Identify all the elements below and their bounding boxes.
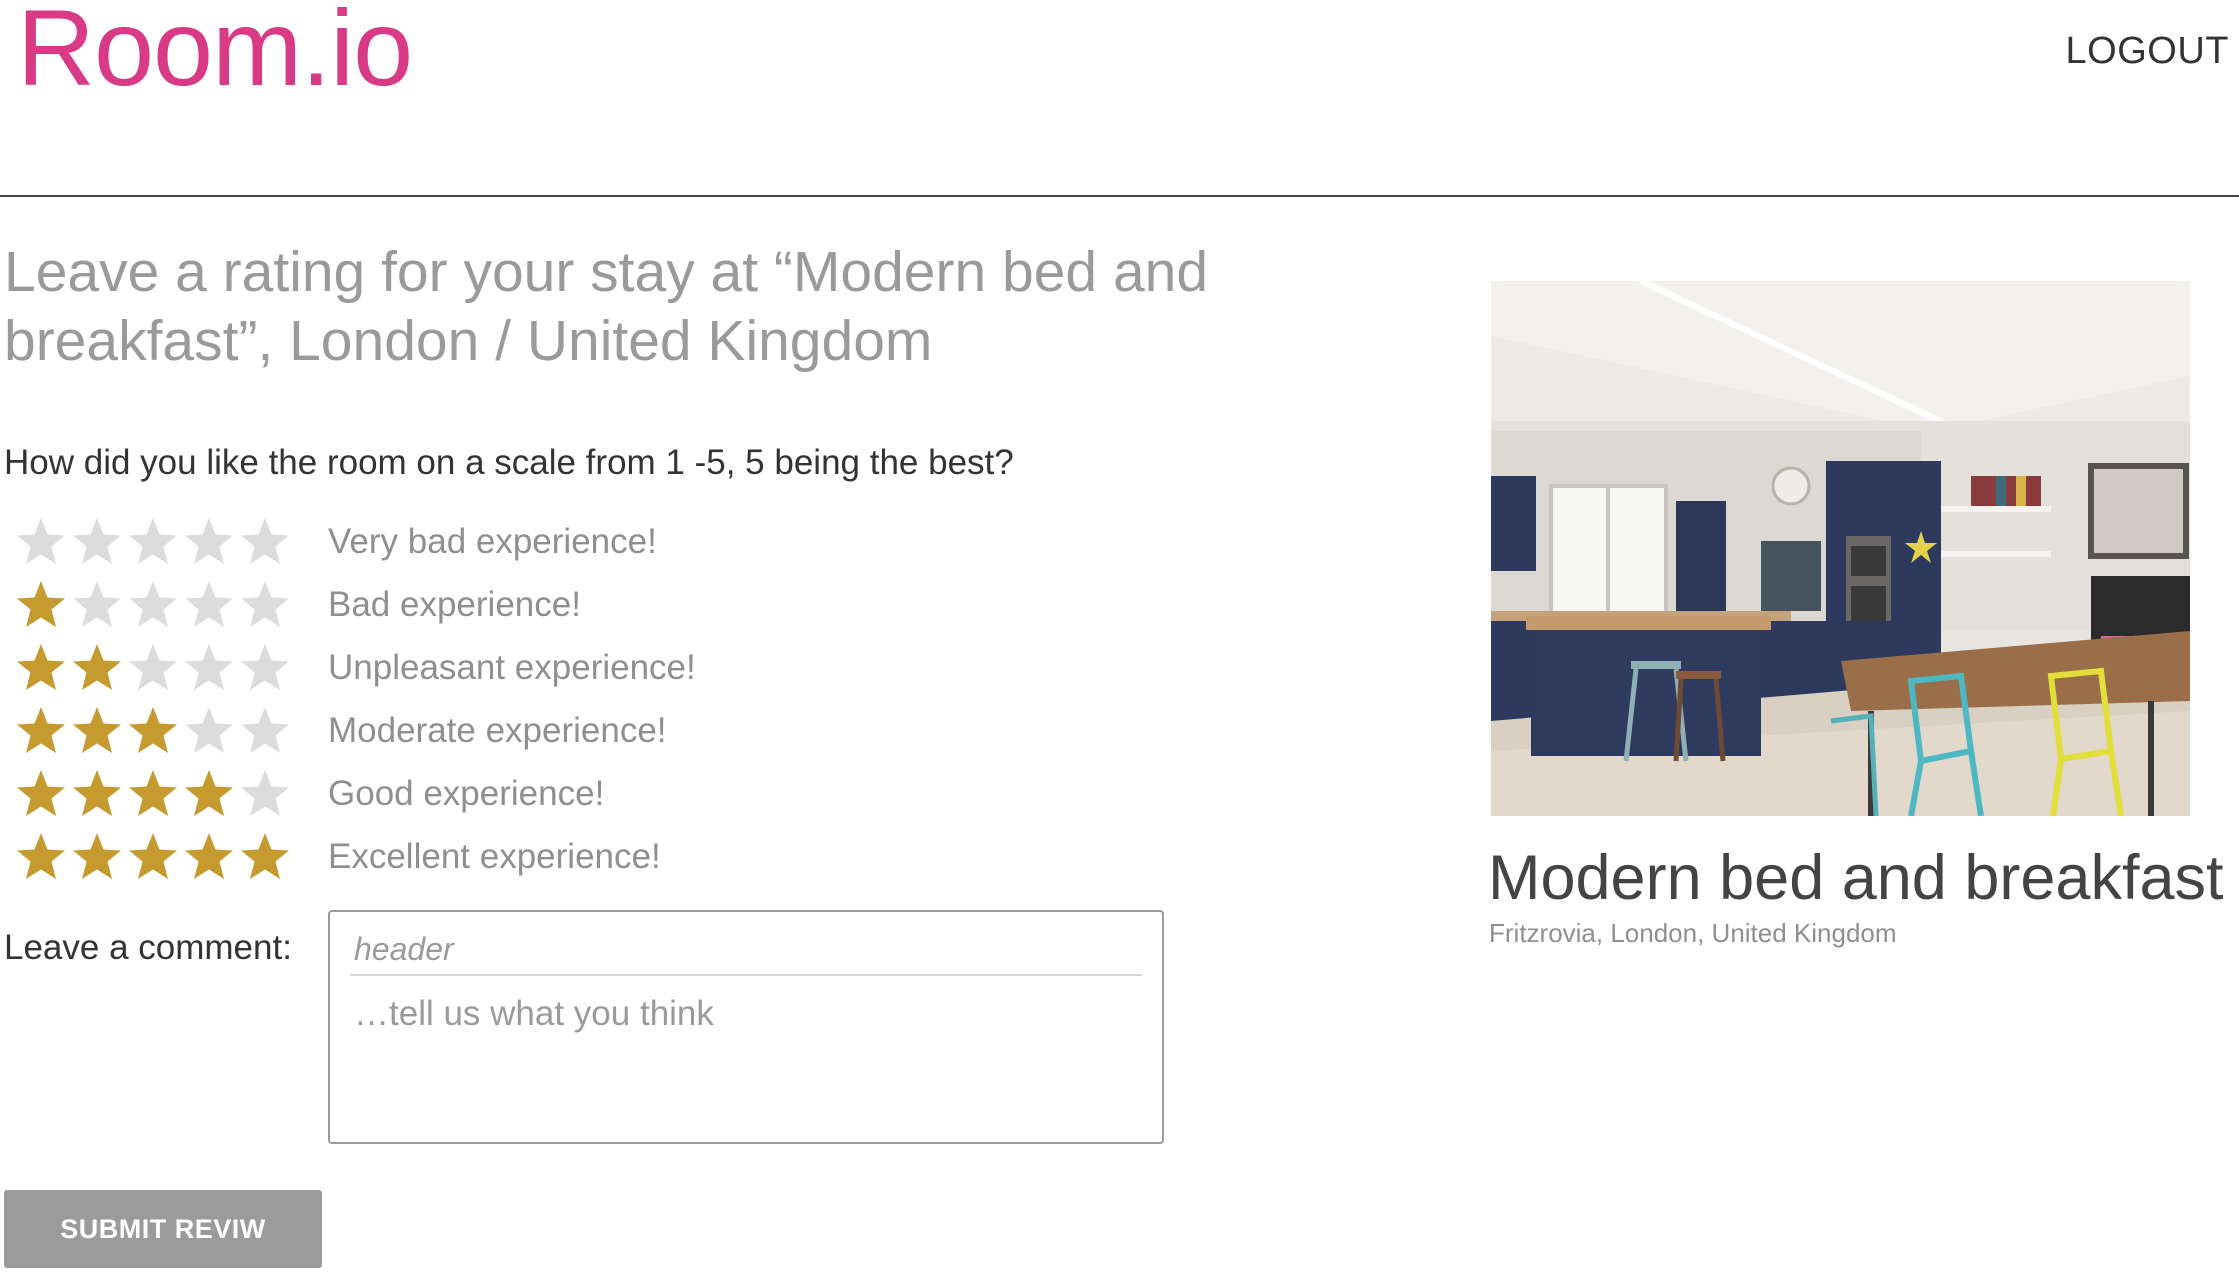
comment-box	[328, 910, 1164, 1144]
star-filled-icon	[126, 830, 180, 884]
star-empty-icon	[182, 515, 236, 569]
star-filled-icon	[126, 704, 180, 758]
rating-option-2[interactable]: Unpleasant experience!	[14, 636, 914, 699]
star-filled-icon	[14, 830, 68, 884]
comment-body-textarea[interactable]	[350, 990, 1142, 1130]
comment-label: Leave a comment:	[4, 928, 292, 967]
kitchen-photo-icon	[1491, 281, 2190, 816]
star-group	[14, 515, 328, 569]
star-filled-icon	[70, 830, 124, 884]
rating-option-1[interactable]: Bad experience!	[14, 573, 914, 636]
star-empty-icon	[126, 515, 180, 569]
star-filled-icon	[182, 767, 236, 821]
rating-option-0[interactable]: Very bad experience!	[14, 510, 914, 573]
star-filled-icon	[14, 578, 68, 632]
rating-label: Very bad experience!	[328, 521, 657, 561]
room-location: Fritzrovia, London, United Kingdom	[1489, 918, 1897, 948]
star-group	[14, 767, 328, 821]
star-group	[14, 641, 328, 695]
star-filled-icon	[14, 704, 68, 758]
rating-label: Bad experience!	[328, 584, 581, 624]
logo-main: Room.	[17, 0, 331, 108]
star-filled-icon	[182, 830, 236, 884]
star-empty-icon	[126, 578, 180, 632]
room-photo	[1491, 281, 2190, 816]
star-empty-icon	[14, 515, 68, 569]
logo[interactable]: Room.io	[17, 0, 413, 102]
star-filled-icon	[238, 830, 292, 884]
rating-label: Unpleasant experience!	[328, 647, 696, 687]
star-filled-icon	[70, 704, 124, 758]
rating-question: How did you like the room on a scale fro…	[4, 443, 1014, 482]
star-empty-icon	[126, 641, 180, 695]
star-group	[14, 578, 328, 632]
star-empty-icon	[70, 515, 124, 569]
comment-header-input[interactable]	[350, 924, 1142, 976]
header-divider	[0, 195, 2239, 197]
page: Room.io LOGOUT Leave a rating for your s…	[0, 0, 2239, 1275]
logo-suffix: io	[330, 0, 413, 108]
rating-label: Good experience!	[328, 773, 605, 813]
star-filled-icon	[70, 767, 124, 821]
star-empty-icon	[70, 578, 124, 632]
room-name: Modern bed and breakfast	[1488, 843, 2224, 913]
star-empty-icon	[238, 704, 292, 758]
rating-options: Very bad experience! Bad experience! Unp…	[14, 510, 914, 888]
star-empty-icon	[238, 515, 292, 569]
star-empty-icon	[182, 641, 236, 695]
rating-label: Excellent experience!	[328, 836, 661, 876]
star-empty-icon	[182, 704, 236, 758]
rating-option-5[interactable]: Excellent experience!	[14, 825, 914, 888]
rating-option-4[interactable]: Good experience!	[14, 762, 914, 825]
page-title: Leave a rating for your stay at “Modern …	[4, 240, 1209, 373]
logout-link[interactable]: LOGOUT	[2066, 30, 2229, 73]
submit-review-button[interactable]: SUBMIT REVIW	[4, 1190, 322, 1268]
rating-option-3[interactable]: Moderate experience!	[14, 699, 914, 762]
star-group	[14, 830, 328, 884]
star-filled-icon	[14, 641, 68, 695]
star-empty-icon	[238, 641, 292, 695]
star-filled-icon	[14, 767, 68, 821]
star-empty-icon	[182, 578, 236, 632]
star-filled-icon	[70, 641, 124, 695]
star-filled-icon	[126, 767, 180, 821]
rating-label: Moderate experience!	[328, 710, 667, 750]
star-empty-icon	[238, 578, 292, 632]
star-group	[14, 704, 328, 758]
star-empty-icon	[238, 767, 292, 821]
